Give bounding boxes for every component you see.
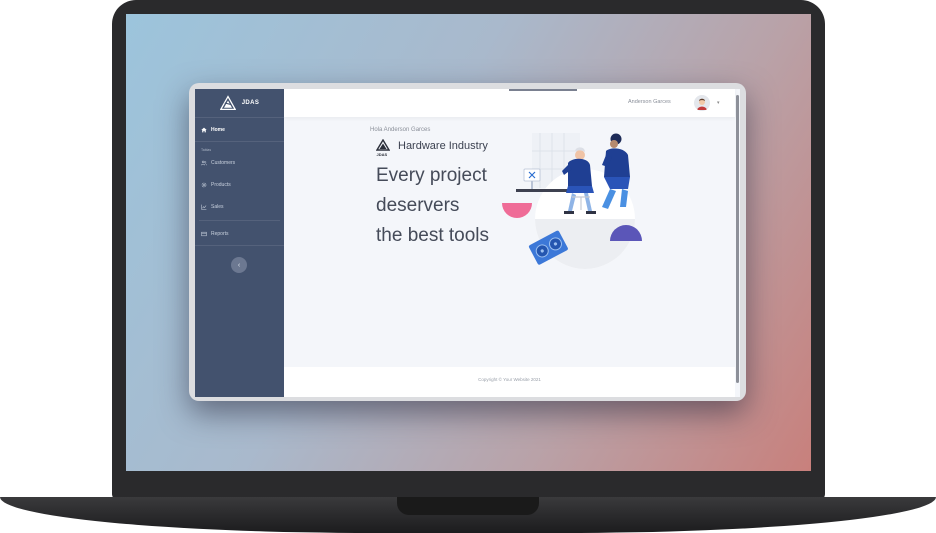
- avatar[interactable]: [694, 95, 710, 111]
- app-window: JDAS Home Tablas Customers Products Sale…: [195, 89, 740, 397]
- sidebar-item-home[interactable]: Home: [195, 119, 284, 142]
- topbar-accent-line: [509, 89, 577, 91]
- laptop-notch: [397, 497, 539, 515]
- sidebar-collapse-button[interactable]: ‹: [231, 257, 247, 273]
- avatar-icon: [694, 95, 710, 111]
- headline-line: deservers: [376, 195, 460, 216]
- pink-shape: [502, 203, 532, 218]
- scrollbar[interactable]: [736, 95, 739, 383]
- sidebar-item-label: Products: [211, 182, 231, 188]
- gear-icon: [201, 182, 207, 188]
- hero-headline: Every project deservers the best tools: [376, 161, 489, 251]
- svg-text:JDAS: JDAS: [377, 152, 388, 157]
- sidebar-item-reports[interactable]: Reports: [195, 223, 284, 246]
- sidebar-item-label: Sales: [211, 204, 224, 210]
- sidebar-brand[interactable]: JDAS: [195, 89, 284, 118]
- hardware-logo-icon: JDAS: [376, 139, 390, 157]
- headline-line: Every project: [376, 165, 487, 186]
- user-name[interactable]: Anderson Garces: [628, 99, 671, 105]
- brand-name: JDAS: [241, 100, 260, 106]
- copyright-text: Copyright © Your Website 2021: [478, 377, 541, 382]
- sidebar-item-label: Reports: [211, 231, 229, 237]
- sidebar-item-sales[interactable]: Sales: [195, 196, 284, 218]
- headline-line: the best tools: [376, 225, 490, 246]
- sidebar-item-label: Home: [211, 127, 225, 133]
- chevron-down-icon[interactable]: ▾: [717, 100, 720, 106]
- sidebar-item-customers[interactable]: Customers: [195, 152, 284, 174]
- hero-illustration: [502, 133, 642, 269]
- sidebar: JDAS Home Tablas Customers Products Sale…: [195, 89, 284, 397]
- greeting-text: Hola Anderson Garces: [370, 127, 431, 133]
- report-icon: [201, 231, 207, 237]
- main-content: Hola Anderson Garces JDAS Hardware Indus…: [284, 117, 735, 367]
- users-icon: [201, 160, 207, 166]
- footer: Copyright © Your Website 2021: [284, 367, 735, 397]
- sidebar-item-label: Customers: [211, 160, 236, 166]
- hero-brand-title: Hardware Industry: [398, 140, 488, 152]
- jdas-logo-icon: [219, 95, 236, 111]
- chart-icon: [201, 204, 207, 210]
- sidebar-divider: [199, 220, 280, 221]
- topbar: Anderson Garces ▾: [284, 89, 735, 117]
- sidebar-section-label: Tablas: [201, 148, 212, 152]
- home-icon: [201, 127, 207, 133]
- sidebar-item-products[interactable]: Products: [195, 174, 284, 196]
